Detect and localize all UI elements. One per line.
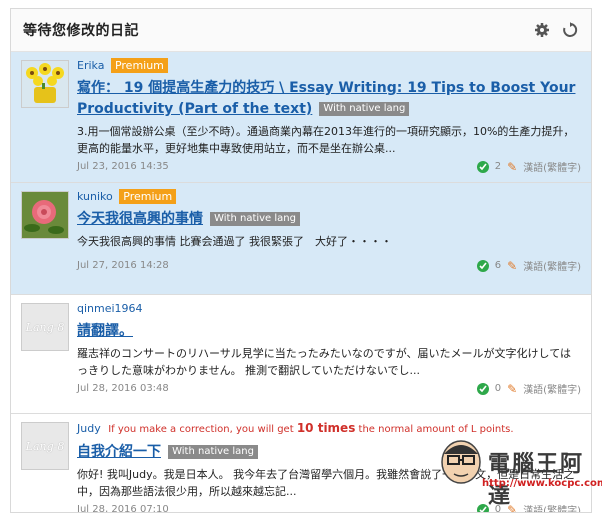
diary-entry[interactable]: Lang-8 qinmei1964 請翻譯。 羅志祥のコンサートのリハーサル見学… bbox=[11, 295, 591, 414]
entry-excerpt: 羅志祥のコンサートのリハーサル見学に当たったみたいなのですが、届いたメールが文字… bbox=[77, 347, 572, 377]
correction-count: 6 bbox=[494, 260, 502, 271]
panel-title: 等待您修改的日記 bbox=[23, 23, 139, 39]
username[interactable]: Erika bbox=[77, 59, 104, 72]
avatar[interactable]: Lang-8 bbox=[21, 422, 69, 470]
user-line: qinmei1964 bbox=[77, 301, 581, 317]
entry-excerpt: 今天我很高興的事情 比賽会通過了 我很緊張了 大好了・・・・ bbox=[77, 235, 392, 248]
header-icons bbox=[533, 21, 579, 39]
site-watermark: 電腦王阿達 http://www.kocpc.com.tw bbox=[438, 430, 602, 509]
avatar[interactable]: Lang-8 bbox=[21, 303, 69, 351]
mascot-face-icon bbox=[441, 440, 481, 484]
title-line: 寫作： 19 個提高生產力的技巧 \ Essay Writing: 19 Tip… bbox=[77, 77, 581, 119]
avatar-placeholder: Lang-8 bbox=[25, 439, 65, 453]
check-icon bbox=[476, 382, 489, 395]
entry-meta: Jul 23, 2016 14:35 2 ✎ 漢語(繁體字) bbox=[77, 159, 581, 175]
native-lang-badge: With native lang bbox=[210, 211, 300, 226]
diary-entry[interactable]: kuniko Premium 今天我很高興的事情 With native lan… bbox=[11, 183, 591, 295]
entry-language: 漢語(繁體字) bbox=[523, 262, 581, 273]
username[interactable]: Judy bbox=[77, 422, 101, 435]
username[interactable]: kuniko bbox=[77, 190, 113, 203]
correction-count: 0 bbox=[494, 383, 502, 394]
premium-badge: Premium bbox=[110, 58, 168, 73]
entry-title[interactable]: 今天我很高興的事情 bbox=[77, 211, 203, 227]
diary-entry[interactable]: Erika Premium 寫作： 19 個提高生產力的技巧 \ Essay W… bbox=[11, 52, 591, 183]
entry-stats: 6 ✎ 漢語(繁體字) bbox=[476, 258, 581, 273]
pencil-icon: ✎ bbox=[507, 159, 518, 174]
entry-excerpt: 3.用一個常設辦公桌（至少不時）。通過商業內幕在2013年進行的一項研究顯示，1… bbox=[77, 125, 575, 155]
entry-meta: Jul 28, 2016 03:48 0 ✎ 漢語(繁體字) bbox=[77, 381, 581, 397]
entry-meta: Jul 27, 2016 14:28 6 ✎ 漢語(繁體字) bbox=[77, 258, 581, 274]
panel-header: 等待您修改的日記 bbox=[11, 9, 591, 52]
entry-date: Jul 28, 2016 07:10 bbox=[77, 504, 169, 513]
entry-content: kuniko Premium 今天我很高興的事情 With native lan… bbox=[77, 189, 581, 273]
entry-content: Erika Premium 寫作： 19 個提高生產力的技巧 \ Essay W… bbox=[77, 58, 581, 174]
username[interactable]: qinmei1964 bbox=[77, 302, 143, 315]
refresh-icon[interactable] bbox=[561, 21, 579, 39]
entry-date: Jul 27, 2016 14:28 bbox=[77, 260, 169, 271]
correction-count: 2 bbox=[494, 161, 502, 172]
pencil-icon: ✎ bbox=[507, 381, 518, 396]
check-icon bbox=[476, 259, 489, 272]
title-line: 今天我很高興的事情 With native lang bbox=[77, 208, 581, 229]
premium-badge: Premium bbox=[119, 189, 177, 204]
entry-date: Jul 28, 2016 03:48 bbox=[77, 383, 169, 394]
entry-title[interactable]: 自我介紹一下 bbox=[77, 444, 161, 460]
avatar[interactable] bbox=[21, 60, 69, 108]
entry-language: 漢語(繁體字) bbox=[523, 385, 581, 396]
title-line: 請翻譯。 bbox=[77, 320, 581, 341]
entry-content: qinmei1964 請翻譯。 羅志祥のコンサートのリハーサル見学に当たったみた… bbox=[77, 301, 581, 396]
watermark-url: http://www.kocpc.com.tw bbox=[482, 478, 602, 489]
entry-language: 漢語(繁體字) bbox=[523, 163, 581, 174]
avatar[interactable] bbox=[21, 191, 69, 239]
check-icon bbox=[476, 160, 489, 173]
pencil-icon: ✎ bbox=[507, 258, 518, 273]
entry-stats: 2 ✎ 漢語(繁體字) bbox=[476, 159, 581, 174]
user-line: Erika Premium bbox=[77, 58, 581, 74]
entry-stats: 0 ✎ 漢語(繁體字) bbox=[476, 381, 581, 396]
entry-date: Jul 23, 2016 14:35 bbox=[77, 161, 169, 172]
native-lang-badge: With native lang bbox=[319, 101, 410, 116]
native-lang-badge: With native lang bbox=[168, 444, 258, 459]
entry-title[interactable]: 請翻譯。 bbox=[77, 323, 133, 339]
avatar-placeholder: Lang-8 bbox=[25, 320, 65, 334]
gear-icon[interactable] bbox=[533, 21, 551, 39]
user-line: kuniko Premium bbox=[77, 189, 581, 205]
